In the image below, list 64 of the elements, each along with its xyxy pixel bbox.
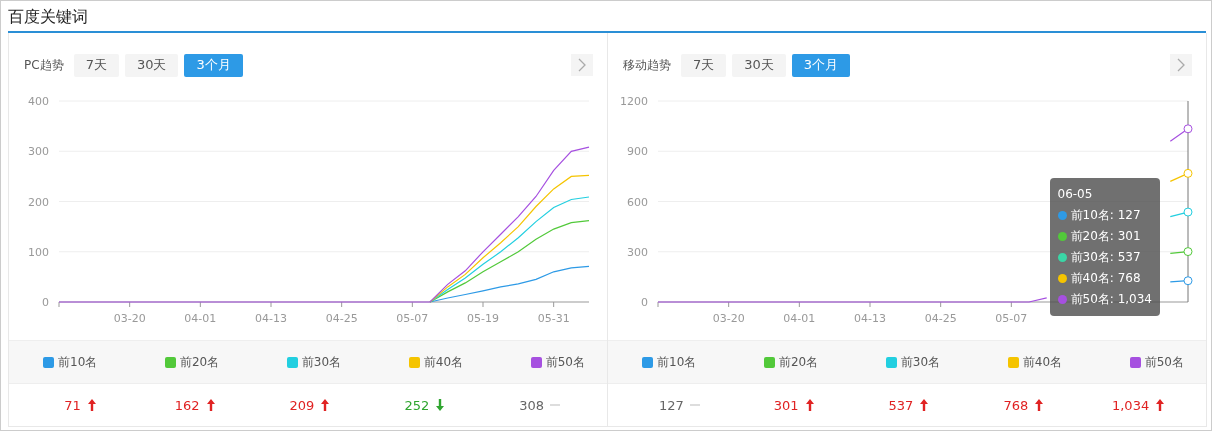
range-tab[interactable]: 7天 [681, 53, 727, 77]
point-marker [1183, 207, 1193, 217]
tooltip-date: 06-05 [1057, 186, 1094, 203]
legend-label: 前50名 [545, 353, 585, 371]
range-tab[interactable]: 30天 [732, 53, 786, 77]
stat-value: 209 [289, 397, 315, 413]
tooltip-value: 前20名: 301 [1070, 228, 1141, 245]
tooltip-value: 前50名: 1,034 [1070, 291, 1152, 308]
next-button[interactable] [571, 54, 593, 76]
stat-value: 1,034 [1111, 397, 1150, 413]
legend-label: 前40名 [423, 353, 464, 371]
axis-label: 05-19 [467, 312, 499, 325]
tooltip-value: 前10名: 127 [1070, 207, 1141, 224]
axis-label: 900 [627, 145, 648, 159]
point-marker [1183, 168, 1193, 178]
axis-label: 300 [627, 245, 648, 259]
axis-label: 400 [28, 95, 49, 108]
legend-label: 前50名 [1144, 353, 1184, 371]
next-button[interactable] [1170, 54, 1192, 76]
legend-label: 前10名 [657, 353, 697, 371]
axis-label: 03-20 [712, 312, 745, 325]
legend-label: 前40名 [1022, 353, 1063, 371]
stat-value: 301 [773, 397, 799, 413]
axis-label: 03-20 [113, 312, 146, 325]
legend-label: 前30名 [900, 353, 941, 371]
point-marker [1183, 276, 1193, 286]
range-tab[interactable]: 30天 [124, 53, 179, 77]
axis-label: 0 [641, 296, 648, 309]
point-marker [1183, 247, 1193, 257]
axis-label: 200 [28, 195, 49, 209]
axis-label: 04-01 [184, 312, 217, 325]
axis-label: 100 [28, 245, 49, 259]
tooltip-value: 前40名: 768 [1070, 270, 1141, 287]
stat-value: 537 [888, 397, 914, 413]
stat-value: 768 [1003, 397, 1029, 413]
axis-label: 300 [28, 145, 49, 159]
range-tab[interactable]: 7天 [73, 53, 119, 77]
legend-label: 前30名 [301, 353, 342, 371]
axis-label: 05-07 [396, 312, 429, 325]
point-marker [1183, 124, 1193, 134]
stat-value: 308 [519, 397, 544, 413]
axis-label: 600 [627, 195, 648, 209]
stat-value: 127 [659, 397, 684, 413]
axis-label: 04-25 [924, 312, 957, 325]
axis-label: 04-01 [783, 312, 816, 325]
legend-label: 前20名 [778, 353, 819, 371]
axis-label: 04-13 [854, 312, 886, 325]
axis-label: 04-13 [255, 312, 287, 325]
axis-label: 05-31 [537, 312, 570, 325]
axis-label: 04-25 [325, 312, 358, 325]
legend-label: 前10名 [58, 353, 98, 371]
axis-label: 0 [42, 296, 49, 309]
stat-value: 252 [404, 397, 430, 413]
chevron-icon [1177, 58, 1185, 72]
stat-value: 71 [64, 397, 81, 413]
chevron-icon [578, 58, 586, 72]
page-title: 百度关键词 [7, 6, 89, 28]
axis-label: 1200 [620, 95, 648, 108]
chart-label: PC趋势 [24, 56, 64, 74]
tooltip-value: 前30名: 537 [1070, 249, 1141, 266]
chart-label: 移动趋势 [623, 56, 671, 74]
axis-label: 05-07 [995, 312, 1028, 325]
stat-value: 162 [174, 397, 200, 413]
legend-label: 前20名 [179, 353, 220, 371]
